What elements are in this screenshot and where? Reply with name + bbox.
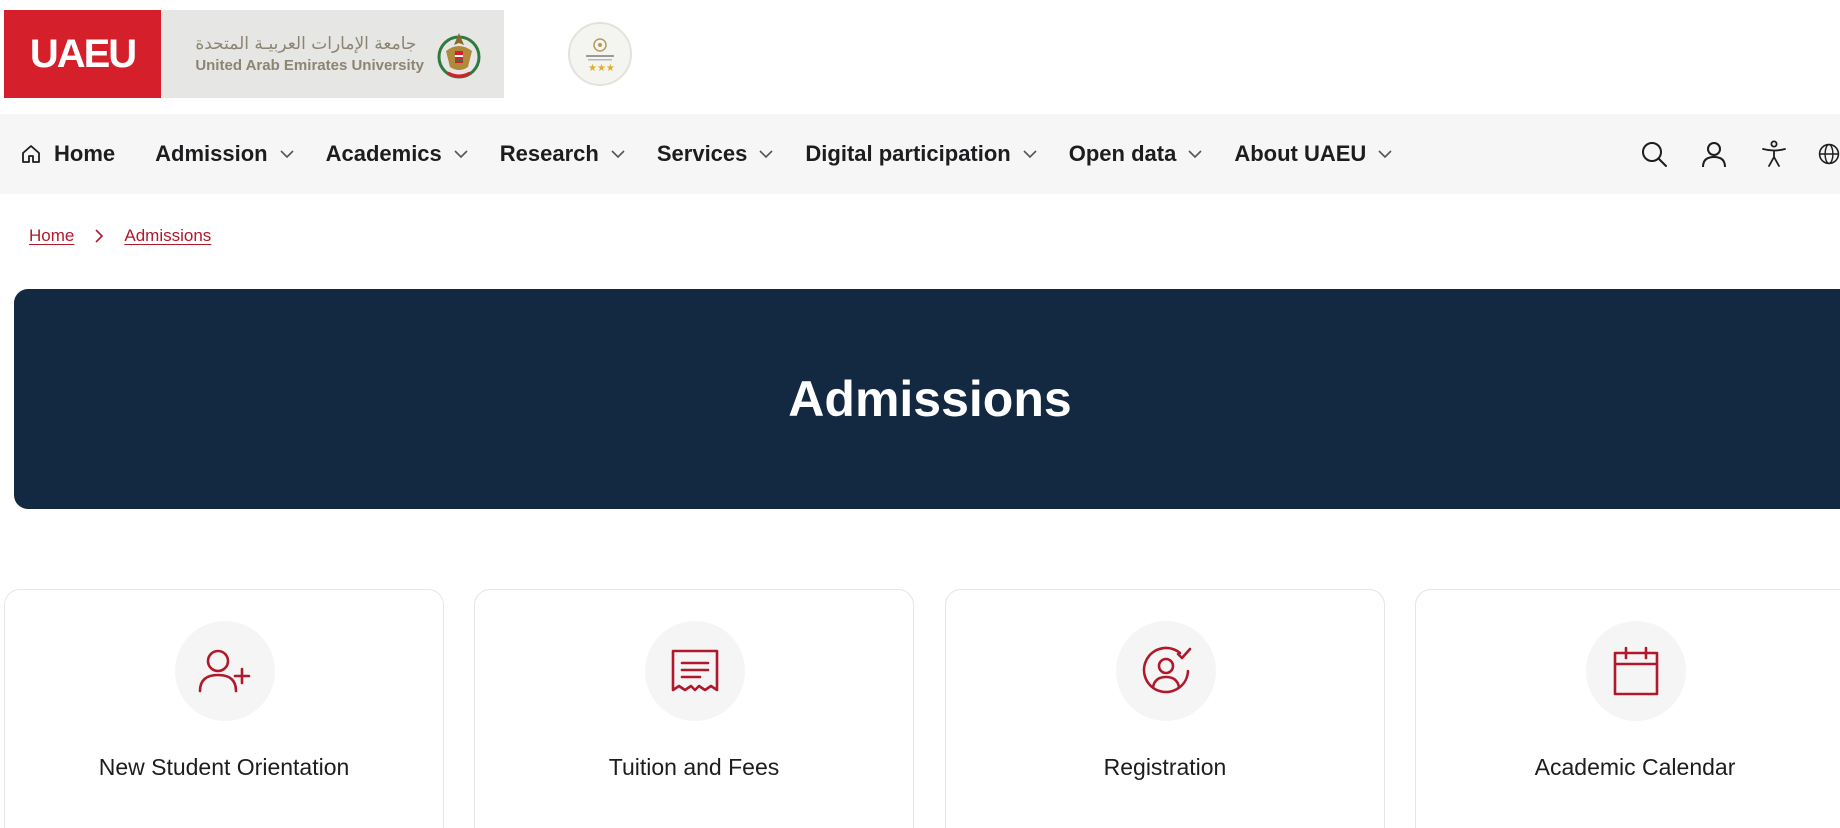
- chevron-down-icon: [611, 149, 625, 158]
- card-label: New Student Orientation: [98, 754, 350, 780]
- nav-services[interactable]: Services: [657, 114, 774, 194]
- nav-home-label: Home: [54, 141, 116, 166]
- card-label: Academic Calendar: [1534, 754, 1736, 780]
- logo-red-block: UAEU: [4, 10, 161, 98]
- page: UAEU جامعة الإمارات العربيـة المتحدة Uni…: [0, 0, 1840, 828]
- calendar-icon: [1613, 646, 1659, 696]
- nav-digital-participation[interactable]: Digital participation: [805, 114, 1037, 194]
- accessibility-button[interactable]: [1758, 138, 1790, 170]
- nav-academics[interactable]: Academics: [326, 114, 468, 194]
- card-icon-circle: [1116, 621, 1216, 721]
- uaeu-logo[interactable]: UAEU جامعة الإمارات العربيـة المتحدة Uni…: [4, 10, 504, 98]
- card-new-student-orientation[interactable]: New Student Orientation: [4, 589, 444, 828]
- nav-open-data[interactable]: Open data: [1069, 114, 1203, 194]
- card-label: Tuition and Fees: [608, 754, 780, 780]
- chevron-down-icon: [1023, 149, 1037, 158]
- nav-tools: [1638, 114, 1840, 194]
- nav-digital-participation-label: Digital participation: [805, 141, 1011, 166]
- logo-arabic-name: جامعة الإمارات العربيـة المتحدة: [195, 34, 417, 54]
- chevron-down-icon: [1188, 149, 1202, 158]
- accessibility-icon: [1762, 140, 1786, 167]
- card-tuition-and-fees[interactable]: Tuition and Fees: [474, 589, 914, 828]
- globe-icon: [1818, 143, 1840, 165]
- breadcrumb-home-link[interactable]: Home: [29, 226, 74, 246]
- falcon-emblem-icon: [437, 33, 481, 79]
- hero-banner: Admissions: [14, 289, 1840, 509]
- home-icon: [22, 145, 40, 163]
- user-check-icon: [1142, 646, 1192, 694]
- main-nav: Home Admission Academics Research Servic…: [0, 114, 1840, 194]
- award-badge[interactable]: ★★★: [568, 22, 632, 86]
- card-icon-circle: [645, 621, 745, 721]
- logo-short-text: UAEU: [29, 31, 137, 76]
- star-badge-icon: ★★★: [586, 38, 615, 74]
- nav-home[interactable]: Home: [20, 114, 115, 194]
- user-account-button[interactable]: [1698, 138, 1730, 170]
- user-add-icon: [198, 649, 251, 693]
- card-academic-calendar[interactable]: Academic Calendar: [1415, 589, 1840, 828]
- card-icon-circle: [1586, 621, 1686, 721]
- logo-grey-block: جامعة الإمارات العربيـة المتحدة United A…: [161, 10, 504, 98]
- nav-about-uaeu[interactable]: About UAEU: [1234, 114, 1392, 194]
- nav-services-label: Services: [656, 141, 748, 166]
- nav-open-data-label: Open data: [1068, 141, 1177, 166]
- language-button[interactable]: [1818, 138, 1840, 170]
- card-registration[interactable]: Registration: [945, 589, 1385, 828]
- nav-admission[interactable]: Admission: [155, 114, 294, 194]
- logo-english-name: United Arab Emirates University: [195, 57, 424, 74]
- page-title: Admissions: [788, 371, 1072, 427]
- user-icon: [1702, 142, 1726, 168]
- card-icon-circle: [175, 621, 275, 721]
- svg-text:★★★: ★★★: [588, 63, 615, 74]
- nav-academics-label: Academics: [325, 141, 442, 166]
- search-icon: [1642, 142, 1667, 167]
- logo-text: جامعة الإمارات العربيـة المتحدة United A…: [195, 33, 424, 75]
- nav-research[interactable]: Research: [500, 114, 625, 194]
- breadcrumb-admissions-link[interactable]: Admissions: [124, 226, 211, 246]
- search-button[interactable]: [1638, 138, 1670, 170]
- chevron-down-icon: [454, 149, 468, 158]
- nav-research-label: Research: [499, 141, 599, 166]
- nav-admission-label: Admission: [155, 141, 268, 166]
- chevron-down-icon: [280, 149, 294, 158]
- card-label: Registration: [1103, 754, 1227, 780]
- chevron-down-icon: [759, 149, 773, 158]
- receipt-icon: [671, 649, 719, 692]
- nav-about-uaeu-label: About UAEU: [1234, 141, 1367, 166]
- chevron-down-icon: [1378, 149, 1392, 158]
- breadcrumb: Home Admissions: [29, 226, 211, 246]
- chevron-right-icon: [95, 229, 104, 243]
